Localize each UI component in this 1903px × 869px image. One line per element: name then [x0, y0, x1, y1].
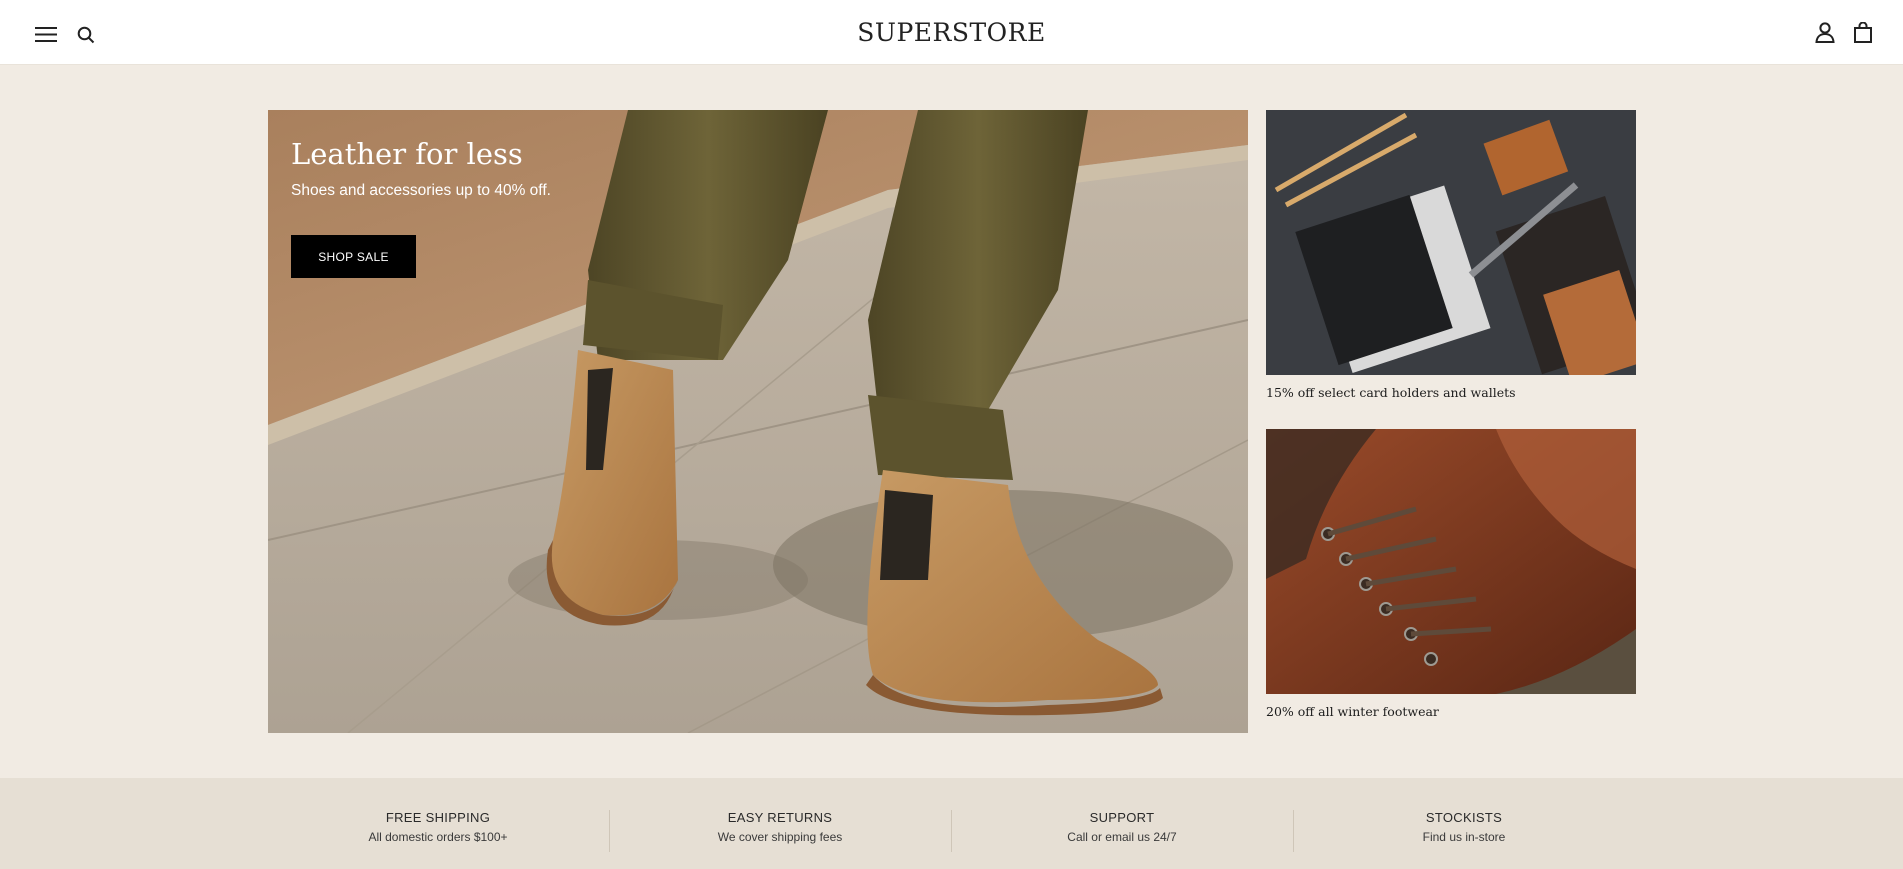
feature-subtitle: All domestic orders $100+	[368, 830, 508, 844]
feature-easy-returns[interactable]: EASY RETURNS We cover shipping fees	[609, 810, 951, 844]
feature-free-shipping[interactable]: FREE SHIPPING All domestic orders $100+	[267, 810, 609, 844]
search-icon	[77, 26, 95, 44]
hero-subtitle: Shoes and accessories up to 40% off.	[291, 182, 551, 199]
promo-caption-footwear[interactable]: 20% off all winter footwear	[1266, 704, 1636, 719]
account-button[interactable]	[1814, 21, 1836, 43]
search-button[interactable]	[75, 24, 97, 46]
menu-icon	[35, 26, 57, 42]
feature-subtitle: Call or email us 24/7	[1067, 830, 1177, 844]
feature-title: SUPPORT	[1089, 810, 1155, 825]
shop-sale-button[interactable]: SHOP SALE	[291, 235, 416, 278]
hero-boots-image	[268, 110, 1248, 733]
account-icon	[1815, 21, 1835, 43]
footwear-image	[1266, 429, 1636, 694]
site-header: SUPERSTORE	[0, 0, 1903, 65]
site-logo[interactable]: SUPERSTORE	[857, 18, 1045, 47]
cart-icon	[1854, 21, 1872, 43]
promo-card-footwear[interactable]: 20% off all winter footwear	[1266, 429, 1636, 719]
promo-caption-wallets[interactable]: 15% off select card holders and wallets	[1266, 385, 1636, 400]
promo-card-wallets[interactable]: 15% off select card holders and wallets	[1266, 110, 1636, 400]
feature-stockists[interactable]: STOCKISTS Find us in-store	[1293, 810, 1635, 844]
features-bar: FREE SHIPPING All domestic orders $100+ …	[0, 778, 1903, 869]
feature-title: FREE SHIPPING	[385, 810, 491, 825]
feature-title: STOCKISTS	[1425, 810, 1503, 825]
menu-button[interactable]	[34, 24, 58, 44]
feature-subtitle: Find us in-store	[1422, 830, 1506, 844]
cart-button[interactable]	[1852, 21, 1874, 43]
promo-image-wallets[interactable]	[1266, 110, 1636, 375]
feature-subtitle: We cover shipping fees	[717, 830, 843, 844]
hero-banner[interactable]: Leather for less Shoes and accessories u…	[268, 110, 1248, 733]
hero-title: Leather for less	[291, 137, 523, 171]
feature-title: EASY RETURNS	[727, 810, 833, 825]
promo-image-footwear[interactable]	[1266, 429, 1636, 694]
feature-support[interactable]: SUPPORT Call or email us 24/7	[951, 810, 1293, 844]
logo-wrapper: SUPERSTORE	[0, 18, 1903, 47]
wallets-image	[1266, 110, 1636, 375]
